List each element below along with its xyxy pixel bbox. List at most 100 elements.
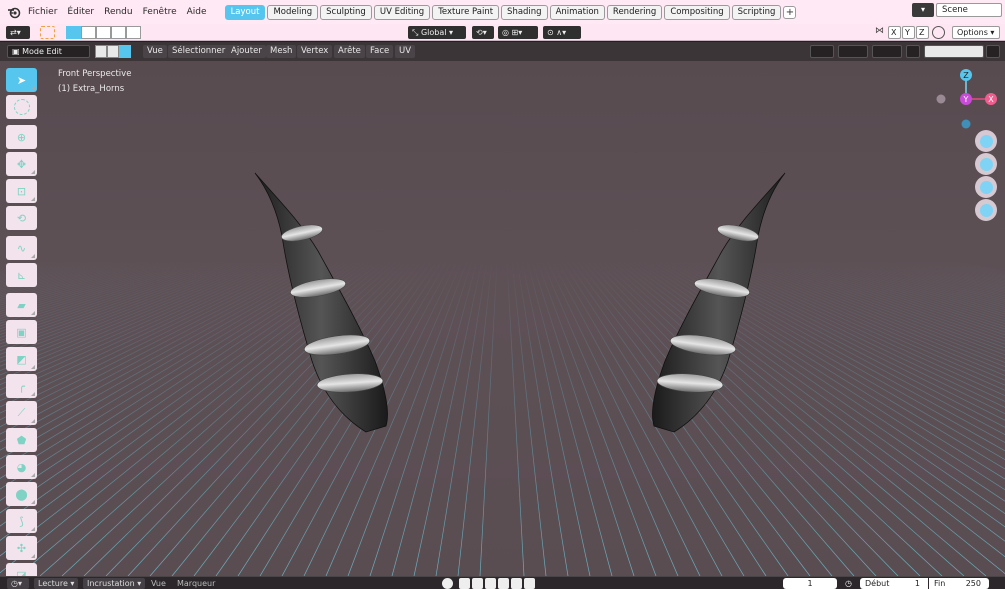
shrink-fatten-tool-icon[interactable]: ✣ xyxy=(6,536,37,560)
pan-view-icon[interactable] xyxy=(975,153,997,175)
box-select-icon[interactable] xyxy=(40,26,55,39)
orientation-dropdown[interactable]: ⤡ Global ▾ xyxy=(408,26,466,39)
measure-tool-icon[interactable]: ⊾ xyxy=(6,263,37,287)
inset-tool-icon[interactable]: ▣ xyxy=(6,320,37,344)
camera-view-icon[interactable] xyxy=(975,176,997,198)
horn-left[interactable] xyxy=(254,172,388,433)
pivot-point-icon[interactable]: ⟲▾ xyxy=(472,26,494,39)
cursor-select-tool-icon[interactable]: ➤ xyxy=(6,68,37,92)
select-mode-intersect-icon[interactable] xyxy=(126,26,141,39)
add-workspace-button[interactable]: + xyxy=(783,5,797,19)
auto-merge-icon[interactable] xyxy=(932,26,945,39)
knife-tool-icon[interactable]: ⟋ xyxy=(6,401,37,425)
gizmo-y-label: Y xyxy=(963,95,969,104)
visibility-icon[interactable] xyxy=(810,45,834,58)
viewport-menu-mesh[interactable]: Mesh xyxy=(266,45,297,58)
loop-cut-tool-icon[interactable]: ╭ xyxy=(6,374,37,398)
face-select-icon[interactable] xyxy=(119,45,131,58)
mirror-icon[interactable]: ⋈ xyxy=(875,26,884,36)
menu-file[interactable]: Fichier xyxy=(23,0,62,24)
timeline-menu-view[interactable]: Vue xyxy=(151,578,166,589)
tab-shading[interactable]: Shading xyxy=(501,4,548,20)
mirror-y-toggle[interactable]: Y xyxy=(902,26,915,39)
play-icon[interactable] xyxy=(498,578,509,589)
extrude-tool-icon[interactable]: ▰ xyxy=(6,293,37,317)
navigation-gizmo[interactable]: Z Y X xyxy=(930,66,1000,136)
mirror-x-toggle[interactable]: X xyxy=(888,26,901,39)
tab-scripting[interactable]: Scripting xyxy=(731,4,782,20)
tab-rendering[interactable]: Rendering xyxy=(606,4,663,20)
scene-browse-icon[interactable]: ▾ xyxy=(912,3,934,17)
blender-logo-icon[interactable] xyxy=(5,3,23,21)
tab-animation[interactable]: Animation xyxy=(549,4,605,20)
viewport-menu-uv[interactable]: UV xyxy=(395,45,416,58)
interaction-mode-dropdown[interactable]: ▣ Mode Edit xyxy=(7,45,90,58)
keying-dropdown[interactable]: Incrustation ▾ xyxy=(83,578,146,589)
scale-tool-icon[interactable]: ⊡ xyxy=(6,179,37,203)
cursor-tool-icon[interactable]: ⊕ xyxy=(6,125,37,149)
prev-keyframe-icon[interactable] xyxy=(472,578,483,589)
editor-type-icon[interactable]: ◷▾ xyxy=(7,578,29,589)
current-frame-field[interactable]: 1 xyxy=(783,578,837,589)
start-frame-field[interactable]: Début 1 xyxy=(860,578,928,589)
menu-edit[interactable]: Éditer xyxy=(62,0,99,24)
menu-render[interactable]: Rendu xyxy=(99,0,138,24)
preview-range-icon[interactable]: ◷ xyxy=(845,578,852,589)
move-tool-icon[interactable]: ✥ xyxy=(6,152,37,176)
overlays-toggle-icon[interactable] xyxy=(872,45,902,58)
menu-window[interactable]: Fenêtre xyxy=(138,0,182,24)
jump-start-icon[interactable] xyxy=(459,578,470,589)
snap-toggle-icon[interactable]: ◎ ⊞▾ xyxy=(498,26,538,39)
edge-slide-tool-icon[interactable]: ⟆ xyxy=(6,509,37,533)
viewport-menu-select[interactable]: Sélectionner xyxy=(168,45,230,58)
proportional-edit-icon[interactable]: ⊙ ∧▾ xyxy=(543,26,581,39)
play-reverse-icon[interactable] xyxy=(485,578,496,589)
end-frame-field[interactable]: Fin 250 xyxy=(929,578,989,589)
menu-help[interactable]: Aide xyxy=(182,0,212,24)
poly-build-tool-icon[interactable]: ⬟ xyxy=(6,428,37,452)
rip-tool-icon[interactable]: ◪ xyxy=(6,563,37,576)
shading-options-icon[interactable] xyxy=(986,45,1000,58)
select-mode-extend-icon[interactable] xyxy=(81,26,96,39)
viewport-menu-face[interactable]: Face xyxy=(366,45,394,58)
bevel-tool-icon[interactable]: ◩ xyxy=(6,347,37,371)
tab-layout[interactable]: Layout xyxy=(224,4,266,20)
mirror-z-toggle[interactable]: Z xyxy=(916,26,929,39)
end-label: Fin xyxy=(934,579,946,588)
select-mode-invert-icon[interactable] xyxy=(111,26,126,39)
horn-right[interactable] xyxy=(652,172,786,433)
tab-texture-paint[interactable]: Texture Paint xyxy=(432,4,500,20)
scene-name-field[interactable]: Scene xyxy=(936,3,1002,17)
select-mode-new-icon[interactable] xyxy=(66,26,81,39)
annotate-tool-icon[interactable]: ∿ xyxy=(6,236,37,260)
tab-modeling[interactable]: Modeling xyxy=(267,4,319,20)
next-keyframe-icon[interactable] xyxy=(511,578,522,589)
edit-mode-icon: ▣ xyxy=(12,47,23,56)
viewport-menu-vertex[interactable]: Vertex xyxy=(297,45,333,58)
xray-toggle-icon[interactable] xyxy=(906,45,920,58)
vertex-select-icon[interactable] xyxy=(95,45,107,58)
viewport-menu-edge[interactable]: Arête xyxy=(334,45,365,58)
spin-tool-icon[interactable]: ◕ xyxy=(6,455,37,479)
smooth-tool-icon[interactable]: ⬤ xyxy=(6,482,37,506)
jump-end-icon[interactable] xyxy=(524,578,535,589)
transform-tool-icon[interactable]: ⟲ xyxy=(6,206,37,230)
shading-mode-group[interactable] xyxy=(924,45,984,58)
tab-uv-editing[interactable]: UV Editing xyxy=(373,4,431,20)
tab-compositing[interactable]: Compositing xyxy=(664,4,730,20)
3d-viewport[interactable]: Front Perspective (1) Extra_Horns ➤ ⊕ ✥ … xyxy=(0,61,1005,576)
viewport-menu-view[interactable]: Vue xyxy=(143,45,167,58)
options-dropdown[interactable]: Options ▾ xyxy=(952,26,1000,39)
zoom-view-icon[interactable] xyxy=(975,130,997,152)
edge-select-icon[interactable] xyxy=(107,45,119,58)
viewport-menu-add[interactable]: Ajouter xyxy=(227,45,266,58)
select-circle-tool-icon[interactable] xyxy=(6,95,37,119)
gizmo-toggle-icon[interactable] xyxy=(838,45,868,58)
select-mode-subtract-icon[interactable] xyxy=(96,26,111,39)
playback-dropdown[interactable]: Lecture ▾ xyxy=(34,578,79,589)
timeline-menu-marker[interactable]: Marqueur xyxy=(177,578,215,589)
tab-sculpting[interactable]: Sculpting xyxy=(320,4,372,20)
perspective-toggle-icon[interactable] xyxy=(975,199,997,221)
record-icon[interactable] xyxy=(442,578,453,589)
transform-mode-icon[interactable]: ⇄▾ xyxy=(6,26,30,39)
